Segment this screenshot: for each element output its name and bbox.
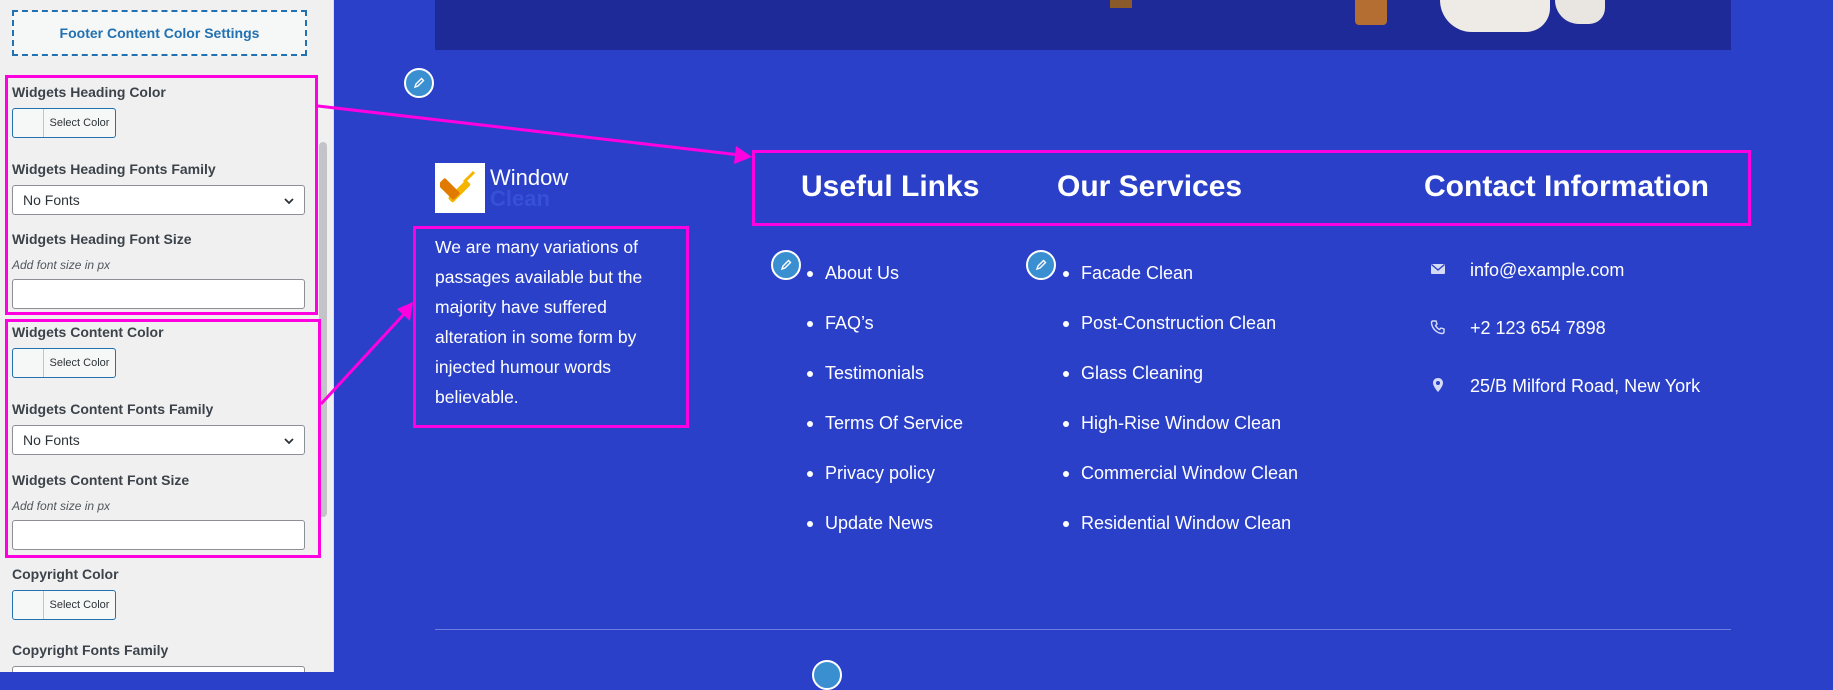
bullet bbox=[807, 521, 813, 527]
arrow-to-headings bbox=[317, 104, 752, 164]
bullet bbox=[1063, 271, 1069, 277]
useful-links-list: About Us FAQ’s Testimonials Terms Of Ser… bbox=[807, 263, 963, 563]
copyright-color-picker[interactable]: Select Color bbox=[12, 590, 116, 620]
bullet bbox=[807, 371, 813, 377]
footer-content-color-settings-button[interactable]: Footer Content Color Settings bbox=[12, 10, 307, 56]
bullet bbox=[1063, 321, 1069, 327]
edit-pencil-icon[interactable] bbox=[1026, 250, 1056, 280]
hero-banner-image bbox=[435, 0, 1731, 50]
link-terms-of-service[interactable]: Terms Of Service bbox=[807, 413, 963, 463]
bullet bbox=[807, 271, 813, 277]
bullet bbox=[1063, 421, 1069, 427]
our-services-list: Facade Clean Post-Construction Clean Gla… bbox=[1063, 263, 1298, 563]
service-residential-window-clean[interactable]: Residential Window Clean bbox=[1063, 513, 1298, 563]
shoe-image-part bbox=[1440, 0, 1550, 32]
link-update-news[interactable]: Update News bbox=[807, 513, 963, 563]
bullet bbox=[1063, 371, 1069, 377]
service-glass-cleaning[interactable]: Glass Cleaning bbox=[1063, 363, 1298, 413]
copyright-color-label: Copyright Color bbox=[12, 566, 119, 582]
logo-icon[interactable] bbox=[435, 163, 485, 213]
phone-icon bbox=[1430, 320, 1445, 335]
bullet bbox=[1063, 471, 1069, 477]
shoe-image-part bbox=[1555, 0, 1605, 24]
color-swatch bbox=[13, 591, 44, 619]
service-commercial-window-clean[interactable]: Commercial Window Clean bbox=[1063, 463, 1298, 513]
link-testimonials[interactable]: Testimonials bbox=[807, 363, 963, 413]
select-color-text: Select Color bbox=[49, 599, 110, 611]
link-faqs[interactable]: FAQ’s bbox=[807, 313, 963, 363]
highlight-box-widget-headings bbox=[752, 150, 1751, 226]
shoe-image-part bbox=[1355, 0, 1387, 25]
copyright-fonts-select[interactable] bbox=[12, 666, 305, 672]
highlight-box-content-settings bbox=[5, 319, 321, 558]
envelope-icon bbox=[1431, 263, 1445, 274]
logo-text-clean: Clean bbox=[490, 186, 550, 211]
bullet bbox=[807, 421, 813, 427]
edit-pencil-icon[interactable] bbox=[771, 250, 801, 280]
service-high-rise-window-clean[interactable]: High-Rise Window Clean bbox=[1063, 413, 1298, 463]
arrow-to-about-text bbox=[319, 302, 413, 406]
edit-pencil-icon[interactable] bbox=[404, 68, 434, 98]
service-post-construction-clean[interactable]: Post-Construction Clean bbox=[1063, 313, 1298, 363]
bullet bbox=[807, 471, 813, 477]
map-pin-icon bbox=[1433, 378, 1443, 392]
shoe-image-part bbox=[1110, 0, 1132, 8]
bullet bbox=[1063, 521, 1069, 527]
highlight-box-about-text bbox=[413, 226, 689, 428]
bullet bbox=[807, 321, 813, 327]
footer-divider bbox=[435, 629, 1731, 630]
copyright-fonts-label: Copyright Fonts Family bbox=[12, 642, 169, 658]
service-facade-clean[interactable]: Facade Clean bbox=[1063, 263, 1298, 313]
link-privacy-policy[interactable]: Privacy policy bbox=[807, 463, 963, 513]
highlight-box-heading-settings bbox=[5, 75, 318, 315]
edit-pencil-icon[interactable] bbox=[812, 660, 842, 690]
link-about-us[interactable]: About Us bbox=[807, 263, 963, 313]
